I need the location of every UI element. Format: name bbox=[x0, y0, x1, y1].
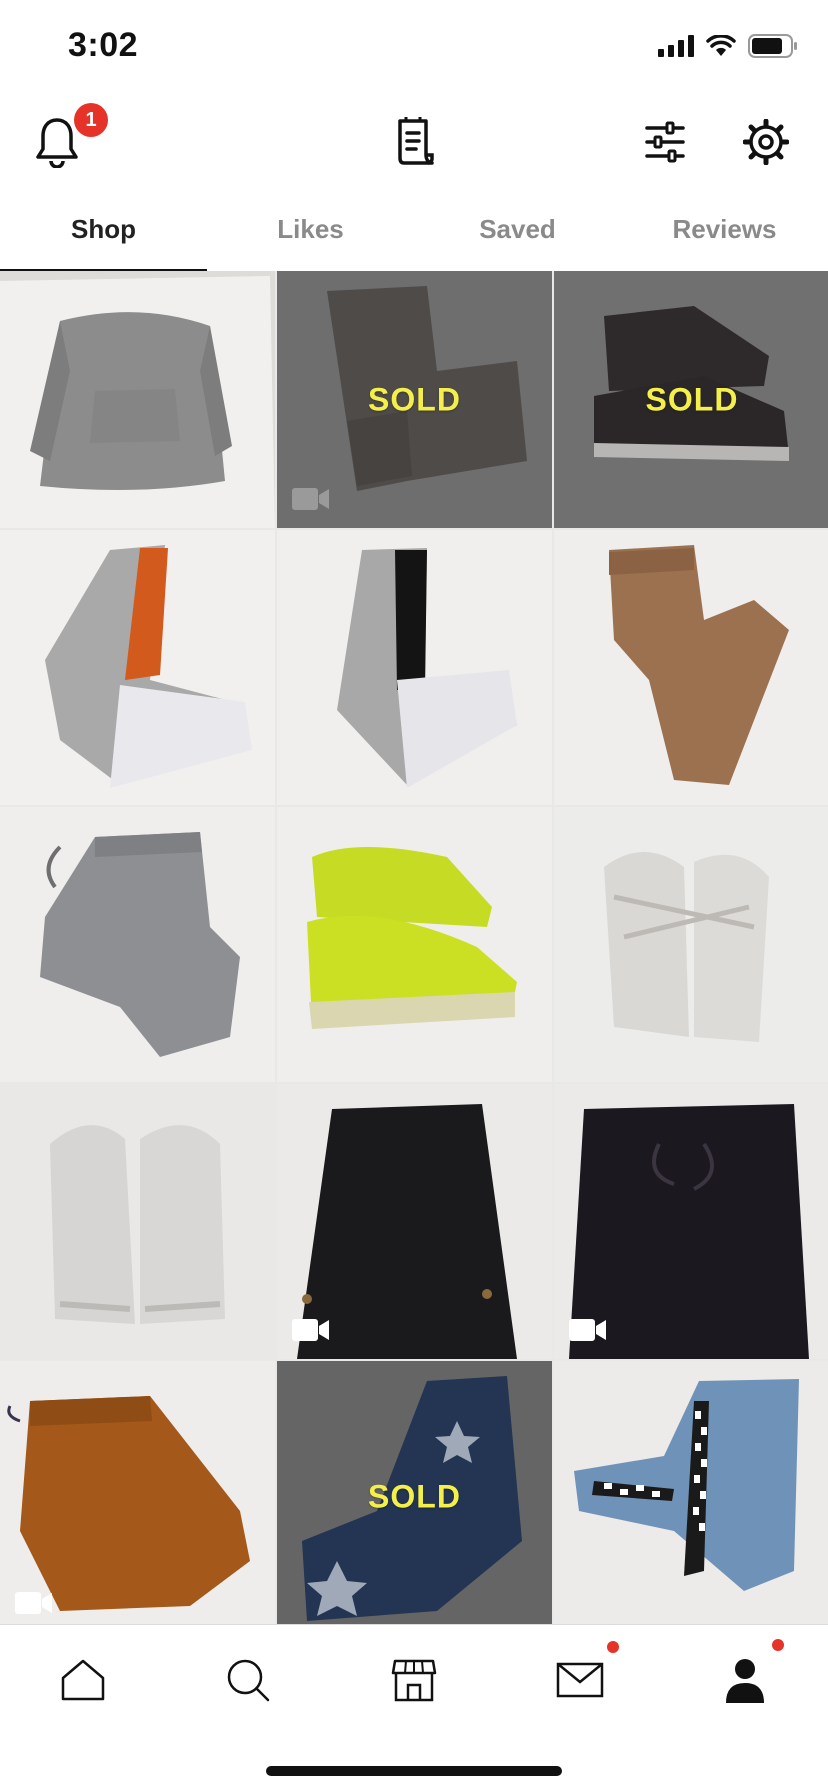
sold-label: SOLD bbox=[368, 381, 461, 417]
product-tile-white-sneakers[interactable] bbox=[554, 807, 828, 1082]
battery-icon bbox=[748, 34, 797, 58]
product-tile-grey-shorts[interactable]: SOLD bbox=[277, 271, 552, 528]
video-icon bbox=[292, 1319, 329, 1341]
shop-icon bbox=[391, 1659, 437, 1702]
sliders-icon bbox=[645, 121, 685, 163]
nav-shop[interactable] bbox=[331, 1625, 497, 1735]
product-tile-tan-joggers[interactable] bbox=[554, 530, 828, 805]
profile-icon bbox=[726, 1659, 765, 1703]
mail-icon bbox=[556, 1662, 603, 1698]
settings-button[interactable] bbox=[739, 115, 793, 169]
messages-badge-dot bbox=[606, 1641, 619, 1653]
product-tile-grey-hoodie[interactable] bbox=[0, 271, 275, 528]
product-photo bbox=[0, 1084, 275, 1359]
home-indicator bbox=[266, 1766, 562, 1776]
product-tile-star-jeans[interactable]: SOLD bbox=[277, 1361, 552, 1632]
notification-badge: 1 bbox=[74, 103, 108, 137]
product-tile-chunky-sneakers[interactable] bbox=[0, 1084, 275, 1359]
product-photo bbox=[277, 807, 552, 1082]
product-photo bbox=[0, 530, 275, 805]
status-time: 3:02 bbox=[68, 26, 139, 64]
product-photo bbox=[0, 271, 275, 528]
sold-label: SOLD bbox=[368, 1478, 461, 1514]
product-grid: SOLD SOLD SOLD bbox=[0, 271, 828, 1632]
video-icon bbox=[15, 1592, 52, 1614]
profile-badge-dot bbox=[772, 1639, 785, 1651]
bottom-navigation bbox=[0, 1624, 828, 1745]
receipt-list-icon bbox=[398, 117, 434, 165]
home-icon bbox=[61, 1659, 105, 1701]
bell-icon bbox=[36, 118, 78, 168]
video-icon bbox=[569, 1319, 606, 1341]
status-icons bbox=[658, 34, 798, 58]
nav-profile[interactable] bbox=[662, 1625, 828, 1735]
sold-label: SOLD bbox=[645, 381, 739, 417]
tab-shop[interactable]: Shop bbox=[0, 195, 207, 273]
product-photo bbox=[554, 1361, 828, 1632]
product-tile-checkered-jeans[interactable] bbox=[554, 1361, 828, 1632]
product-tile-black-cargo-pants[interactable] bbox=[277, 1084, 552, 1359]
nav-messages[interactable] bbox=[497, 1625, 663, 1735]
product-tile-black-drawstring-pants[interactable] bbox=[554, 1084, 828, 1359]
product-tile-neon-sneakers[interactable] bbox=[277, 807, 552, 1082]
wifi-icon bbox=[706, 35, 736, 56]
notifications-button[interactable]: 1 bbox=[30, 103, 108, 169]
product-photo bbox=[0, 807, 275, 1082]
filters-button[interactable] bbox=[638, 115, 692, 169]
gear-icon bbox=[743, 119, 789, 165]
product-photo bbox=[277, 530, 552, 805]
listings-button[interactable] bbox=[387, 115, 441, 169]
product-tile-rust-joggers[interactable] bbox=[0, 1361, 275, 1632]
profile-tabs: Shop Likes Saved Reviews bbox=[0, 195, 828, 273]
product-photo bbox=[554, 530, 828, 805]
nav-home[interactable] bbox=[0, 1625, 166, 1735]
cellular-signal-icon bbox=[658, 35, 694, 57]
tab-saved[interactable]: Saved bbox=[414, 195, 621, 271]
tab-reviews[interactable]: Reviews bbox=[621, 195, 828, 271]
video-icon bbox=[292, 488, 329, 510]
top-action-bar: 1 bbox=[0, 95, 828, 190]
product-photo bbox=[554, 807, 828, 1082]
product-tile-grey-black-joggers[interactable] bbox=[277, 530, 552, 805]
product-tile-grey-sweatpants[interactable] bbox=[0, 807, 275, 1082]
tab-likes[interactable]: Likes bbox=[207, 195, 414, 271]
search-icon bbox=[228, 1659, 270, 1702]
status-bar: 3:02 bbox=[0, 0, 828, 90]
product-tile-grey-orange-joggers[interactable] bbox=[0, 530, 275, 805]
nav-search[interactable] bbox=[166, 1625, 332, 1735]
product-tile-black-converse[interactable]: SOLD bbox=[554, 271, 828, 528]
